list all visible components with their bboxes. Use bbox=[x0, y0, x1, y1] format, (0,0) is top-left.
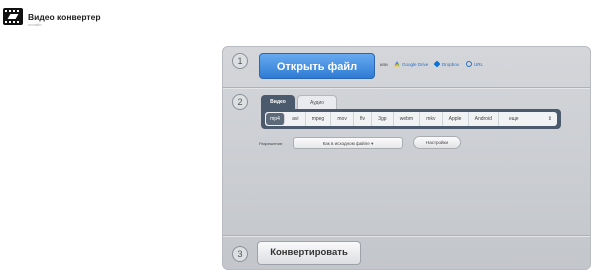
format-mpeg[interactable]: mpeg bbox=[306, 112, 332, 126]
format-avi[interactable]: avi bbox=[286, 112, 306, 126]
or-label: или bbox=[380, 62, 388, 67]
chevron-down-icon: ▾ bbox=[371, 141, 374, 146]
updown-chevron-icon: ⇕ bbox=[547, 116, 552, 122]
format-mp4[interactable]: mp4 bbox=[266, 113, 285, 125]
step-open-section: 1 Открыть файл или Google Drive Dropbox … bbox=[223, 47, 590, 87]
format-mkv[interactable]: mkv bbox=[420, 112, 443, 126]
settings-button[interactable]: Настройки bbox=[413, 136, 461, 149]
resolution-select[interactable]: Как в исходном файле ▾ bbox=[293, 137, 403, 149]
url-link[interactable]: URL bbox=[464, 59, 484, 69]
step-number-2: 2 bbox=[232, 94, 248, 110]
google-drive-label: Google Drive bbox=[402, 61, 429, 67]
google-drive-icon bbox=[394, 61, 400, 67]
format-more-label: еще bbox=[508, 116, 519, 122]
format-flv[interactable]: flv bbox=[354, 112, 373, 126]
dropbox-label: Dropbox bbox=[442, 61, 460, 67]
url-label: URL bbox=[474, 61, 484, 67]
google-drive-link[interactable]: Google Drive bbox=[394, 61, 428, 67]
resolution-label: Разрешение: bbox=[259, 141, 284, 146]
dropbox-link[interactable]: Dropbox bbox=[433, 60, 460, 68]
tab-video[interactable]: Видео bbox=[261, 95, 295, 109]
step-number-1: 1 bbox=[232, 53, 248, 69]
format-webm[interactable]: webm bbox=[394, 112, 421, 126]
step-convert-section: 3 Конвертировать bbox=[223, 236, 590, 270]
format-android[interactable]: Android bbox=[469, 112, 499, 126]
format-3gp[interactable]: 3gp bbox=[372, 112, 394, 126]
format-mov[interactable]: mov bbox=[331, 112, 354, 126]
step-format-section: 2 Видео Аудио mp4 avi mpeg mov flv 3gp w… bbox=[223, 88, 590, 235]
converter-panel: 1 Открыть файл или Google Drive Dropbox … bbox=[222, 46, 591, 270]
link-icon bbox=[464, 59, 474, 69]
dropbox-icon bbox=[433, 60, 441, 68]
format-bar: mp4 avi mpeg mov flv 3gp webm mkv Apple … bbox=[261, 109, 561, 129]
app-title: Видео конвертер bbox=[28, 12, 101, 22]
tab-audio[interactable]: Аудио bbox=[297, 95, 337, 109]
app-header: Видео конвертер онлайн bbox=[3, 8, 101, 28]
convert-button[interactable]: Конвертировать bbox=[257, 241, 361, 265]
format-apple[interactable]: Apple bbox=[443, 112, 469, 126]
format-list: mp4 avi mpeg mov flv 3gp webm mkv Apple … bbox=[265, 112, 557, 126]
app-subtitle: онлайн bbox=[28, 22, 42, 27]
step-number-3: 3 bbox=[232, 246, 248, 262]
format-more-dropdown[interactable]: еще ⇕ bbox=[499, 112, 557, 126]
open-file-button[interactable]: Открыть файл bbox=[259, 53, 375, 79]
film-pen-logo-icon bbox=[3, 8, 23, 25]
resolution-value: Как в исходном файле bbox=[322, 141, 370, 146]
